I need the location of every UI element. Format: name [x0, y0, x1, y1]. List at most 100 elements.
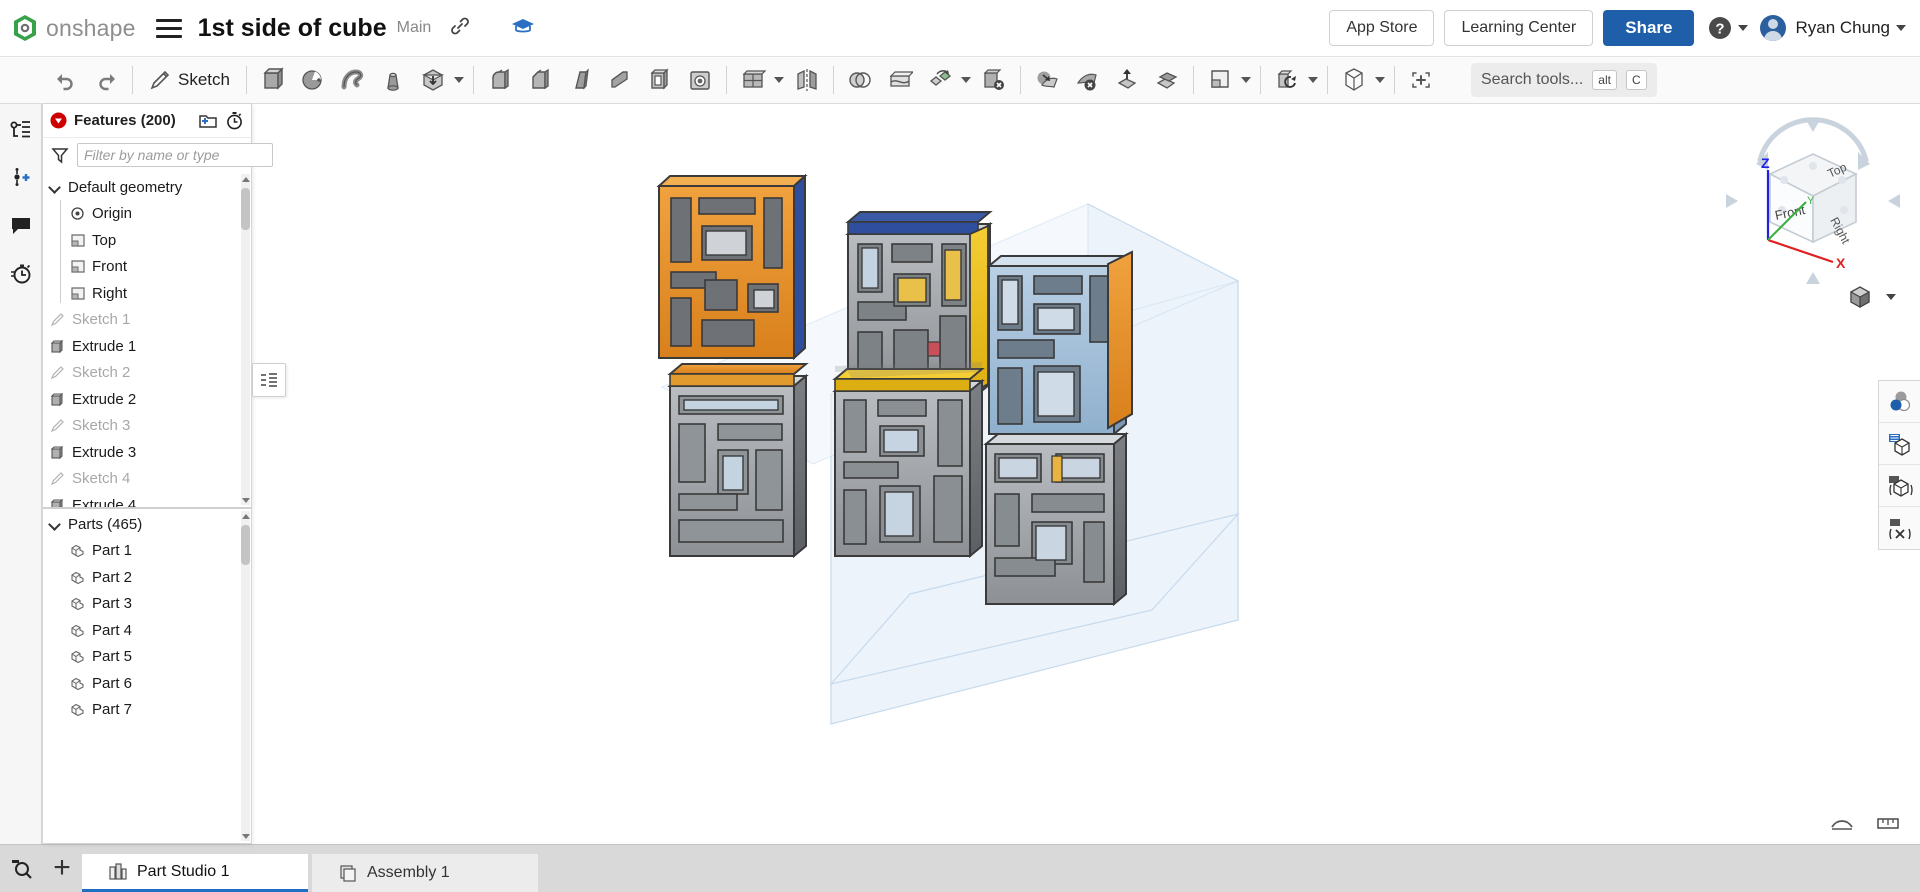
tree-item-extrude-2[interactable]: Extrude 2: [43, 386, 251, 413]
list-item-part-1[interactable]: Part 1: [43, 538, 251, 565]
list-item-part-6[interactable]: Part 6: [43, 670, 251, 697]
measure-icon[interactable]: [1830, 813, 1854, 838]
app-store-button[interactable]: App Store: [1329, 10, 1435, 46]
list-item-part-5[interactable]: Part 5: [43, 644, 251, 671]
loft-button[interactable]: [373, 60, 413, 100]
undo-button[interactable]: [46, 60, 86, 100]
list-item-part-7[interactable]: Part 7: [43, 697, 251, 724]
branch-label[interactable]: Main: [397, 19, 432, 37]
chevron-down-icon[interactable]: [773, 77, 784, 83]
tree-item-front[interactable]: Front: [43, 254, 251, 281]
sweep-button[interactable]: [333, 60, 373, 100]
features-scrollbar[interactable]: [241, 174, 250, 505]
revolve-button[interactable]: [293, 60, 333, 100]
display-state-icon[interactable]: [1879, 423, 1920, 465]
add-tab-button[interactable]: +: [42, 844, 82, 892]
section-view-icon[interactable]: [1879, 465, 1920, 507]
new-folder-icon[interactable]: [198, 112, 218, 130]
brand-name[interactable]: onshape: [46, 15, 136, 42]
appearance-icon[interactable]: [1879, 381, 1920, 423]
search-tools-input[interactable]: Search tools... alt C: [1470, 63, 1657, 97]
enclose-button[interactable]: [1147, 60, 1187, 100]
tab-part-studio-1[interactable]: Part Studio 1: [82, 854, 308, 892]
onshape-logo-icon[interactable]: [12, 14, 38, 42]
tab-search-icon[interactable]: [0, 844, 42, 892]
error-badge-icon[interactable]: [50, 112, 67, 129]
help-menu[interactable]: ?: [1708, 16, 1749, 40]
features-scroll-thumb[interactable]: [241, 188, 250, 230]
history-icon[interactable]: [4, 256, 38, 290]
hamburger-icon[interactable]: [155, 18, 182, 38]
comment-icon[interactable]: [4, 208, 38, 242]
share-button[interactable]: Share: [1603, 10, 1695, 46]
move-face-button[interactable]: [1027, 60, 1067, 100]
thicken-button[interactable]: [413, 60, 453, 100]
tree-item-sketch-3[interactable]: Sketch 3: [43, 413, 251, 440]
learning-center-button[interactable]: Learning Center: [1444, 10, 1594, 46]
tree-item-top[interactable]: Top: [43, 227, 251, 254]
view-cube[interactable]: Top Front Right Z X Y: [1718, 112, 1908, 292]
graphics-canvas[interactable]: Top Front Right Z X Y: [42, 104, 1920, 844]
chevron-down-icon[interactable]: [1374, 77, 1385, 83]
scroll-down-arrow[interactable]: [241, 495, 250, 505]
list-item-part-4[interactable]: Part 4: [43, 617, 251, 644]
boolean-button[interactable]: [840, 60, 880, 100]
offset-surface-button[interactable]: [1107, 60, 1147, 100]
list-item-part-3[interactable]: Part 3: [43, 591, 251, 618]
tree-item-extrude-1[interactable]: Extrude 1: [43, 333, 251, 360]
feature-tree-icon[interactable]: [4, 112, 38, 146]
chevron-down-icon[interactable]: [453, 77, 464, 83]
tree-item-sketch-4[interactable]: Sketch 4: [43, 466, 251, 493]
units-icon[interactable]: [1876, 813, 1900, 838]
tree-item-extrude-4[interactable]: Extrude 4: [43, 492, 251, 507]
split-button[interactable]: [880, 60, 920, 100]
redo-button[interactable]: [86, 60, 126, 100]
rollback-timer-icon[interactable]: [225, 111, 244, 130]
scroll-up-arrow[interactable]: [241, 511, 250, 521]
draft-button[interactable]: [560, 60, 600, 100]
user-menu[interactable]: Ryan Chung: [1760, 15, 1906, 41]
extrude-button[interactable]: [253, 60, 293, 100]
tree-item-sketch-1[interactable]: Sketch 1: [43, 307, 251, 334]
version-add-icon[interactable]: [4, 160, 38, 194]
parts-scrollbar[interactable]: [241, 511, 250, 841]
tab-assembly-1[interactable]: Assembly 1: [312, 854, 538, 892]
derive-button[interactable]: [1267, 60, 1307, 100]
chevron-down-icon[interactable]: [1307, 77, 1318, 83]
link-icon[interactable]: [449, 15, 471, 42]
pattern-button[interactable]: [733, 60, 773, 100]
chevron-down-icon[interactable]: [960, 77, 971, 83]
mirror-button[interactable]: [787, 60, 827, 100]
feature-list-flyout-button[interactable]: [252, 363, 286, 397]
tree-group-parts[interactable]: Parts (465): [43, 511, 251, 538]
plane-button[interactable]: [1200, 60, 1240, 100]
scroll-up-arrow[interactable]: [241, 174, 250, 184]
explode-view-icon[interactable]: [1879, 507, 1920, 549]
features-filter-input[interactable]: [77, 143, 273, 167]
delete-part-button[interactable]: [974, 60, 1014, 100]
chevron-down-icon[interactable]: [49, 518, 61, 530]
funnel-icon[interactable]: [51, 146, 69, 164]
scroll-down-arrow[interactable]: [241, 831, 250, 841]
tree-item-sketch-2[interactable]: Sketch 2: [43, 360, 251, 387]
composite-part-button[interactable]: [1334, 60, 1374, 100]
parts-scroll-thumb[interactable]: [241, 525, 250, 565]
display-style-selector[interactable]: [1847, 284, 1896, 310]
shell-button[interactable]: [640, 60, 680, 100]
delete-face-button[interactable]: [1067, 60, 1107, 100]
rib-button[interactable]: [600, 60, 640, 100]
tree-item-right[interactable]: Right: [43, 280, 251, 307]
hole-button[interactable]: [680, 60, 720, 100]
transform-button[interactable]: [920, 60, 960, 100]
tree-group-default-geometry[interactable]: Default geometry: [43, 174, 251, 201]
graduation-cap-icon[interactable]: [511, 16, 535, 41]
tree-item-origin[interactable]: Origin: [43, 201, 251, 228]
tree-item-extrude-3[interactable]: Extrude 3: [43, 439, 251, 466]
chamfer-button[interactable]: [520, 60, 560, 100]
chevron-down-icon[interactable]: [1240, 77, 1251, 83]
list-item-part-2[interactable]: Part 2: [43, 564, 251, 591]
insert-button[interactable]: [1401, 60, 1441, 100]
sketch-button[interactable]: Sketch: [139, 60, 240, 100]
fillet-button[interactable]: [480, 60, 520, 100]
chevron-down-icon[interactable]: [49, 181, 61, 193]
